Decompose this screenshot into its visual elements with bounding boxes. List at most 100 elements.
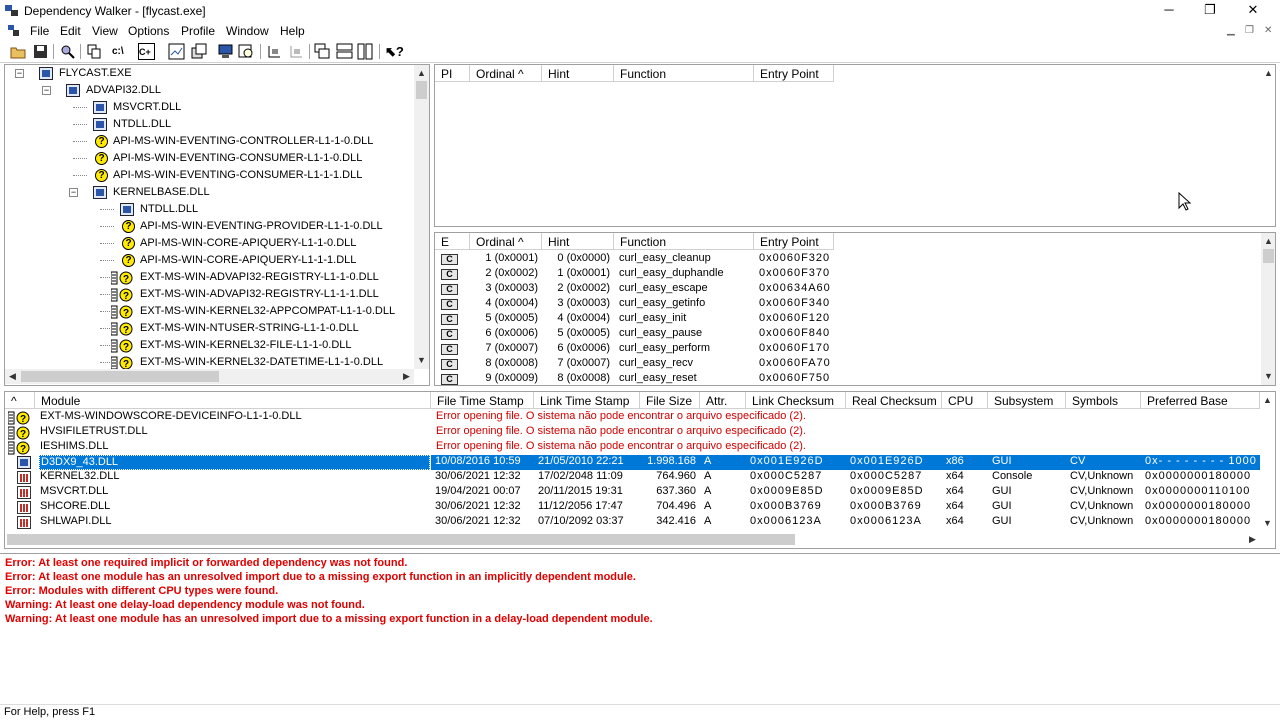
menu-profile[interactable]: Profile [181, 24, 215, 38]
document-icon[interactable] [8, 25, 20, 37]
context-help-icon[interactable]: ⬉? [385, 43, 404, 60]
module-row[interactable]: KERNEL32.DLL 30/06/2021 12:32 17/02/2048 1… [5, 470, 1260, 485]
module-col-9[interactable]: Subsystem [988, 392, 1066, 409]
tree-item[interactable]: ? API-MS-WIN-EVENTING-PROVIDER-L1-1-0.DLL [5, 218, 410, 235]
mdi-close-icon[interactable]: ✕ [1264, 25, 1272, 36]
scroll-down-icon[interactable]: ▼ [414, 355, 429, 365]
tree-item[interactable]: ? API-MS-WIN-EVENTING-CONSUMER-L1-1-1.DLL [5, 167, 410, 184]
expand-icon[interactable] [266, 43, 283, 60]
menu-window[interactable]: Window [226, 24, 269, 38]
scroll-down-icon[interactable]: ▼ [1261, 371, 1275, 381]
export-row[interactable]: C 9 (0x0009) 8 (0x0008) curl_easy_reset 0x00… [435, 372, 1261, 385]
mdi-restore-icon[interactable]: ❐ [1245, 25, 1254, 36]
config-icon[interactable] [190, 43, 207, 60]
tree-item[interactable]: ? API-MS-WIN-EVENTING-CONSUMER-L1-1-0.DLL [5, 150, 410, 167]
tree-item[interactable]: ? API-MS-WIN-EVENTING-CONTROLLER-L1-1-0.D… [5, 133, 410, 150]
tree-item[interactable]: ? EXT-MS-WIN-KERNEL32-APPCOMPAT-L1-1-0.DL… [5, 303, 410, 320]
scroll-right-icon[interactable]: ▶ [1245, 534, 1260, 545]
profile-icon[interactable] [217, 43, 234, 60]
module-row[interactable]: D3DX9_43.DLL 10/08/2016 10:59 21/05/2010 2… [5, 455, 1260, 470]
export-col-4[interactable]: Entry Point [754, 233, 834, 250]
tree-item[interactable]: MSVCRT.DLL [5, 99, 410, 116]
import-col-0[interactable]: PI [435, 65, 470, 82]
scroll-right-icon[interactable]: ▶ [399, 371, 414, 382]
collapse-icon[interactable] [288, 43, 305, 60]
scroll-up-icon[interactable]: ▲ [1261, 68, 1275, 78]
module-col-7[interactable]: Real Checksum [846, 392, 942, 409]
tree-collapse-icon[interactable]: − [42, 86, 51, 95]
tree-item[interactable]: ? EXT-MS-WIN-ADVAPI32-REGISTRY-L1-1-1.DLL [5, 286, 410, 303]
import-col-2[interactable]: Hint [542, 65, 614, 82]
open-icon[interactable] [10, 43, 27, 60]
maximize-button[interactable]: ❐ [1187, 0, 1233, 22]
tree-item[interactable]: ? API-MS-WIN-CORE-APIQUERY-L1-1-1.DLL [5, 252, 410, 269]
module-col-5[interactable]: Attr. [700, 392, 746, 409]
export-col-1[interactable]: Ordinal ^ [470, 233, 542, 250]
module-col-6[interactable]: Link Checksum [746, 392, 846, 409]
module-row[interactable]: ? IESHIMS.DLL Error opening file. O sistem… [5, 440, 1260, 455]
module-col-10[interactable]: Symbols [1066, 392, 1141, 409]
tile-vertical-icon[interactable] [357, 43, 374, 60]
menu-options[interactable]: Options [128, 24, 169, 38]
module-col-2[interactable]: File Time Stamp [431, 392, 534, 409]
import-col-3[interactable]: Function [614, 65, 754, 82]
tile-horizontal-icon[interactable] [336, 43, 353, 60]
module-col-1[interactable]: Module [35, 392, 431, 409]
module-col-4[interactable]: File Size [640, 392, 700, 409]
tree-vertical-scrollbar[interactable]: ▲ ▼ [414, 65, 429, 369]
module-col-0[interactable]: ^ [5, 392, 35, 409]
menu-view[interactable]: View [92, 24, 118, 38]
export-col-0[interactable]: E [435, 233, 470, 250]
import-col-1[interactable]: Ordinal ^ [470, 65, 542, 82]
export-row[interactable]: C 6 (0x0006) 5 (0x0005) curl_easy_pause 0x00… [435, 327, 1261, 342]
find-icon[interactable] [59, 43, 76, 60]
save-icon[interactable] [32, 43, 49, 60]
dependency-tree-pane[interactable]: − FLYCAST.EXE − ADVAPI32.DLL MSVCRT.DLL NTDLL… [4, 64, 430, 386]
tree-item[interactable]: NTDLL.DLL [5, 116, 410, 133]
export-row[interactable]: C 5 (0x0005) 4 (0x0004) curl_easy_init 0x006… [435, 312, 1261, 327]
tree-item[interactable]: ? EXT-MS-WIN-NTUSER-STRING-L1-1-0.DLL [5, 320, 410, 337]
tree-collapse-icon[interactable]: − [69, 188, 78, 197]
export-col-2[interactable]: Hint [542, 233, 614, 250]
tree-item[interactable]: − KERNELBASE.DLL [5, 184, 410, 201]
tree-item[interactable]: ? EXT-MS-WIN-ADVAPI32-REGISTRY-L1-1-0.DLL [5, 269, 410, 286]
module-col-3[interactable]: Link Time Stamp [534, 392, 640, 409]
exports-pane[interactable]: E Ordinal ^ Hint Function Entry Point C 1 (0x… [434, 232, 1276, 386]
scroll-up-icon[interactable]: ▲ [1261, 236, 1275, 246]
module-list-icon[interactable] [168, 43, 185, 60]
modules-horizontal-scrollbar[interactable]: ▶ [5, 532, 1260, 547]
module-row[interactable]: ? EXT-MS-WINDOWSCORE-DEVICEINFO-L1-1-0.DL… [5, 410, 1260, 425]
export-row[interactable]: C 8 (0x0008) 7 (0x0007) curl_easy_recv 0x006… [435, 357, 1261, 372]
exports-scrollbar[interactable]: ▲ ▼ [1261, 233, 1275, 385]
tree-item[interactable]: ? EXT-MS-WIN-KERNEL32-FILE-L1-1-0.DLL [5, 337, 410, 354]
full-paths-icon[interactable]: c:\ [112, 43, 129, 60]
menu-edit[interactable]: Edit [60, 24, 81, 38]
export-row[interactable]: C 7 (0x0007) 6 (0x0006) curl_easy_perform 0x… [435, 342, 1261, 357]
module-list-pane[interactable]: ^ Module File Time Stamp Link Time Stamp Fil… [4, 391, 1276, 549]
tree-item[interactable]: − FLYCAST.EXE [5, 65, 410, 82]
modules-vertical-scrollbar[interactable]: ▲ ▼ [1260, 392, 1275, 532]
tree-item[interactable]: NTDLL.DLL [5, 201, 410, 218]
external-viewer-icon[interactable] [238, 43, 255, 60]
module-row[interactable]: SHLWAPI.DLL 30/06/2021 12:32 07/10/2092 03… [5, 515, 1260, 530]
close-button[interactable]: ✕ [1230, 0, 1276, 22]
import-col-4[interactable]: Entry Point [754, 65, 834, 82]
tree-horizontal-scrollbar[interactable]: ◀ ▶ [5, 369, 414, 384]
module-col-11[interactable]: Preferred Base [1141, 392, 1260, 409]
tree-item[interactable]: ? API-MS-WIN-CORE-APIQUERY-L1-1-0.DLL [5, 235, 410, 252]
cascade-icon[interactable] [314, 43, 331, 60]
menu-help[interactable]: Help [280, 24, 305, 38]
tree-collapse-icon[interactable]: − [15, 69, 24, 78]
module-row[interactable]: SHCORE.DLL 30/06/2021 12:32 11/12/2056 17:… [5, 500, 1260, 515]
module-row[interactable]: ? HVSIFILETRUST.DLL Error opening file. O … [5, 425, 1260, 440]
export-row[interactable]: C 4 (0x0004) 3 (0x0003) curl_easy_getinfo 0x… [435, 297, 1261, 312]
export-row[interactable]: C 2 (0x0002) 1 (0x0001) curl_easy_duphandle… [435, 267, 1261, 282]
log-pane[interactable]: Error: At least one required implicit or… [0, 553, 1280, 703]
scroll-up-icon[interactable]: ▲ [1260, 395, 1275, 405]
minimize-button[interactable]: ─ [1146, 0, 1192, 22]
module-row[interactable]: MSVCRT.DLL 19/04/2021 00:07 20/11/2015 19:… [5, 485, 1260, 500]
module-col-8[interactable]: CPU [942, 392, 988, 409]
mdi-minimize-icon[interactable]: ▁ [1227, 25, 1235, 36]
tree-item[interactable]: − ADVAPI32.DLL [5, 82, 410, 99]
scroll-down-icon[interactable]: ▼ [1260, 518, 1275, 528]
